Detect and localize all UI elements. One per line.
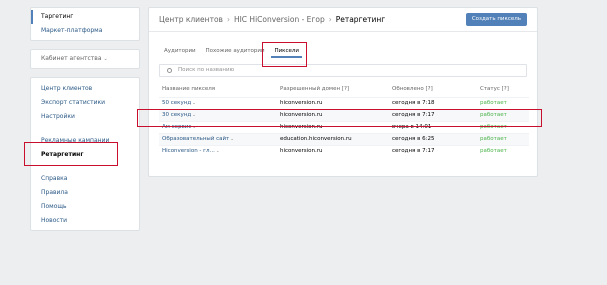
sidebar-item-support[interactable]: Помощь <box>31 200 139 214</box>
table-row[interactable]: Hiconversion - гл...⌄ hiconversion.ru се… <box>159 144 529 157</box>
sidebar-item-targeting[interactable]: Таргетинг <box>31 10 139 24</box>
search-icon <box>167 68 172 73</box>
breadcrumb: Центр клиентов › HIC HiConversion - Егор › Р… <box>149 8 537 32</box>
search-input[interactable]: Поиск по названию <box>159 64 527 77</box>
breadcrumb-client-center[interactable]: Центр клиентов <box>159 15 223 24</box>
pixel-status: работает <box>477 96 529 109</box>
column-header-status[interactable]: Статус [?] <box>477 81 529 97</box>
pixel-domain: hiconversion.ru <box>277 108 389 121</box>
sidebar-agency-block: Кабинет агентства ⌄ <box>30 49 140 69</box>
sidebar-item-help[interactable]: Справка <box>31 172 139 186</box>
breadcrumb-client[interactable]: HIC HiConversion - Егор <box>234 15 325 24</box>
chevron-down-icon: ⌄ <box>215 149 220 155</box>
table-row[interactable]: Образовательный сайт⌄ education.hiconver… <box>159 132 529 145</box>
pixels-table: Название пикселя Разрешенный домен [?] О… <box>159 81 529 157</box>
pixel-name: Ам сервис <box>162 124 192 130</box>
sidebar: Таргетинг Маркет-платформа Кабинет агент… <box>30 7 140 239</box>
pixel-name: 30 секунд <box>162 112 192 118</box>
pixel-name: Hiconversion - гл... <box>162 148 215 155</box>
pixel-name-link[interactable]: Ам сервис⌄ <box>159 120 277 133</box>
chevron-down-icon: ⌄ <box>192 101 196 106</box>
chevron-down-icon: ⌄ <box>192 113 196 118</box>
table-row[interactable]: Ам сервис⌄ hiconversion.ru вчера в 14:01… <box>159 120 529 133</box>
tab-lookalike-audiences[interactable]: Похожие аудитории <box>203 44 268 58</box>
tab-pixels[interactable]: Пиксели <box>271 44 302 58</box>
pixel-domain: education.hiconversion.ru <box>277 132 389 145</box>
table-header-row: Название пикселя Разрешенный домен [?] О… <box>159 81 529 97</box>
sidebar-item-news[interactable]: Новости <box>31 214 139 228</box>
breadcrumb-separator-icon: › <box>226 15 230 24</box>
breadcrumb-separator-icon: › <box>328 15 332 24</box>
sidebar-group-2: Центр клиентов Экспорт статистики Настро… <box>30 77 140 231</box>
pixel-name-link[interactable]: Образовательный сайт⌄ <box>159 132 277 145</box>
table-row[interactable]: 50 секунд⌄ hiconversion.ru сегодня в 7:1… <box>159 96 529 109</box>
column-header-name[interactable]: Название пикселя <box>159 81 277 97</box>
column-header-updated[interactable]: Обновлено [?] <box>389 81 477 97</box>
create-pixel-button[interactable]: Создать пиксель <box>465 13 527 26</box>
agency-cabinet-dropdown[interactable]: Кабинет агентства ⌄ <box>31 52 139 66</box>
table-row[interactable]: 30 секунд⌄ hiconversion.ru сегодня в 7:1… <box>159 108 529 121</box>
sidebar-item-market-platform[interactable]: Маркет-платформа <box>31 24 139 38</box>
pixel-status: работает <box>477 132 529 145</box>
column-header-domain[interactable]: Разрешенный домен [?] <box>277 81 389 97</box>
search-placeholder: Поиск по названию <box>178 67 235 73</box>
pixel-updated: сегодня в 7:18 <box>389 96 477 109</box>
tabs: Аудитории Похожие аудитории Пиксели <box>161 44 537 64</box>
chevron-down-icon: ⌄ <box>103 56 108 62</box>
sidebar-group-1: Таргетинг Маркет-платформа <box>30 7 140 41</box>
tab-audiences[interactable]: Аудитории <box>161 44 199 58</box>
chevron-down-icon: ⌄ <box>192 125 197 130</box>
pixel-domain: hiconversion.ru <box>277 96 389 109</box>
pixel-updated: сегодня в 7:17 <box>389 108 477 121</box>
main-panel: Центр клиентов › HIC HiConversion - Егор › Р… <box>148 7 538 177</box>
pixel-domain: hiconversion.ru <box>277 144 389 157</box>
pixel-name-link[interactable]: Hiconversion - гл...⌄ <box>159 144 277 157</box>
chevron-down-icon: ⌄ <box>230 137 235 142</box>
pixel-status: работает <box>477 108 529 121</box>
pixel-name: 50 секунд <box>162 100 192 106</box>
pixel-updated: вчера в 14:01 <box>389 120 477 133</box>
sidebar-item-export-stats[interactable]: Экспорт статистики <box>31 96 139 110</box>
sidebar-item-settings[interactable]: Настройки <box>31 110 139 124</box>
page-title: Ретаргетинг <box>335 15 386 24</box>
pixel-name-link[interactable]: 50 секунд⌄ <box>159 96 277 109</box>
pixel-status: работает <box>477 120 529 133</box>
pixel-updated: сегодня в 7:17 <box>389 144 477 157</box>
pixel-name: Образовательный сайт <box>162 136 230 142</box>
pixel-status: работает <box>477 144 529 157</box>
sidebar-item-rules[interactable]: Правила <box>31 186 139 200</box>
pixel-name-link[interactable]: 30 секунд⌄ <box>159 108 277 121</box>
sidebar-item-retargeting[interactable]: Ретаргетинг <box>31 148 139 162</box>
sidebar-item-ad-campaigns[interactable]: Рекламные кампании <box>31 134 139 148</box>
pixel-updated: сегодня в 6:25 <box>389 132 477 145</box>
sidebar-item-client-center[interactable]: Центр клиентов <box>31 82 139 96</box>
agency-cabinet-label: Кабинет агентства <box>41 55 102 62</box>
pixel-domain: hiconversion.ru <box>277 120 389 133</box>
